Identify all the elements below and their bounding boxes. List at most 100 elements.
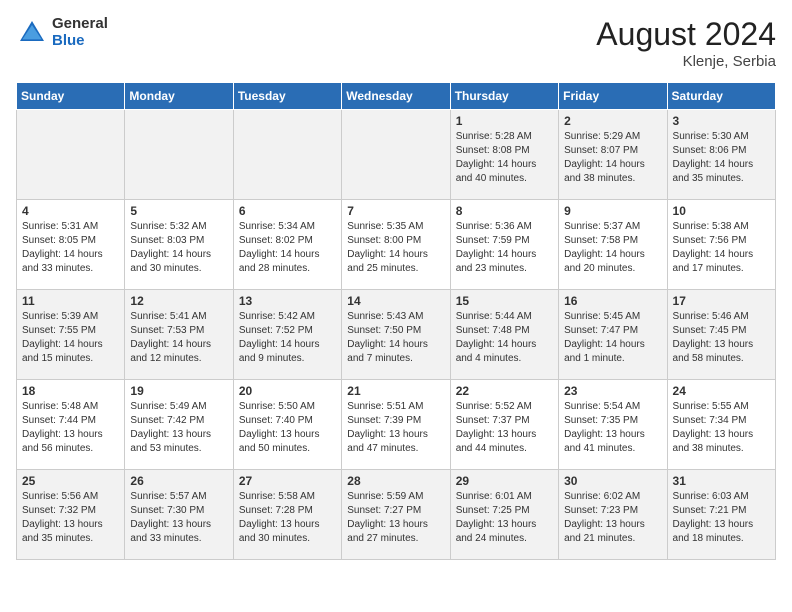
day-number: 26: [130, 474, 227, 488]
day-number: 31: [673, 474, 770, 488]
cell-content: Sunrise: 5:31 AM Sunset: 8:05 PM Dayligh…: [22, 220, 119, 276]
calendar-cell: 17 Sunrise: 5:46 AM Sunset: 7:45 PM Dayli…: [667, 290, 775, 380]
calendar-cell: 23Sunrise: 5:54 AM Sunset: 7:35 PM Dayli…: [559, 380, 667, 470]
calendar-body: 1 Sunrise: 5:28 AM Sunset: 8:08 PM Daylig…: [17, 110, 776, 560]
day-number: 13: [239, 294, 336, 308]
week-row-4: 18Sunrise: 5:48 AM Sunset: 7:44 PM Dayli…: [17, 380, 776, 470]
cell-content: Sunrise: 5:49 AM Sunset: 7:42 PM Dayligh…: [130, 400, 227, 456]
header-cell-sunday: Sunday: [17, 83, 125, 110]
calendar-cell: 7Sunrise: 5:35 AM Sunset: 8:00 PM Daylig…: [342, 200, 450, 290]
cell-content: Sunrise: 5:35 AM Sunset: 8:00 PM Dayligh…: [347, 220, 444, 276]
day-number: 18: [22, 384, 119, 398]
title-block: August 2024 Klenje, Serbia: [596, 16, 776, 70]
day-number: 12: [130, 294, 227, 308]
header-cell-saturday: Saturday: [667, 83, 775, 110]
calendar-cell: 19 Sunrise: 5:49 AM Sunset: 7:42 PM Dayli…: [125, 380, 233, 470]
calendar-table: SundayMondayTuesdayWednesdayThursdayFrid…: [16, 82, 776, 560]
day-number: 30: [564, 474, 661, 488]
logo-icon: [16, 17, 48, 49]
cell-content: Sunrise: 5:55 AM Sunset: 7:34 PM Dayligh…: [673, 400, 770, 456]
day-number: 24: [673, 384, 770, 398]
day-number: 22: [456, 384, 553, 398]
calendar-cell: 2Sunrise: 5:29 AM Sunset: 8:07 PM Daylig…: [559, 110, 667, 200]
header-row: SundayMondayTuesdayWednesdayThursdayFrid…: [17, 83, 776, 110]
day-number: 19: [130, 384, 227, 398]
cell-content: Sunrise: 5:28 AM Sunset: 8:08 PM Dayligh…: [456, 130, 553, 186]
day-number: 17: [673, 294, 770, 308]
cell-content: Sunrise: 5:52 AM Sunset: 7:37 PM Dayligh…: [456, 400, 553, 456]
cell-content: Sunrise: 6:01 AM Sunset: 7:25 PM Dayligh…: [456, 490, 553, 546]
cell-content: Sunrise: 6:02 AM Sunset: 7:23 PM Dayligh…: [564, 490, 661, 546]
day-number: 1: [456, 114, 553, 128]
day-number: 28: [347, 474, 444, 488]
logo-blue: Blue: [52, 33, 108, 50]
calendar-cell: 6Sunrise: 5:34 AM Sunset: 8:02 PM Daylig…: [233, 200, 341, 290]
calendar-cell: 30 Sunrise: 6:02 AM Sunset: 7:23 PM Dayli…: [559, 470, 667, 560]
day-number: 25: [22, 474, 119, 488]
cell-content: Sunrise: 5:51 AM Sunset: 7:39 PM Dayligh…: [347, 400, 444, 456]
calendar-cell: 16 Sunrise: 5:45 AM Sunset: 7:47 PM Dayli…: [559, 290, 667, 380]
calendar-cell: 26 Sunrise: 5:57 AM Sunset: 7:30 PM Dayli…: [125, 470, 233, 560]
header-cell-thursday: Thursday: [450, 83, 558, 110]
day-number: 2: [564, 114, 661, 128]
cell-content: Sunrise: 5:30 AM Sunset: 8:06 PM Dayligh…: [673, 130, 770, 186]
day-number: 23: [564, 384, 661, 398]
day-number: 27: [239, 474, 336, 488]
calendar-header: SundayMondayTuesdayWednesdayThursdayFrid…: [17, 83, 776, 110]
calendar-cell: 13 Sunrise: 5:42 AM Sunset: 7:52 PM Dayli…: [233, 290, 341, 380]
day-number: 10: [673, 204, 770, 218]
calendar-cell: 10 Sunrise: 5:38 AM Sunset: 7:56 PM Dayli…: [667, 200, 775, 290]
calendar-cell: [17, 110, 125, 200]
calendar-cell: 14 Sunrise: 5:43 AM Sunset: 7:50 PM Dayli…: [342, 290, 450, 380]
day-number: 21: [347, 384, 444, 398]
day-number: 4: [22, 204, 119, 218]
cell-content: Sunrise: 5:45 AM Sunset: 7:47 PM Dayligh…: [564, 310, 661, 366]
day-number: 8: [456, 204, 553, 218]
calendar-cell: 31 Sunrise: 6:03 AM Sunset: 7:21 PM Dayli…: [667, 470, 775, 560]
cell-content: Sunrise: 5:38 AM Sunset: 7:56 PM Dayligh…: [673, 220, 770, 276]
header-cell-friday: Friday: [559, 83, 667, 110]
header-cell-tuesday: Tuesday: [233, 83, 341, 110]
calendar-cell: 27Sunrise: 5:58 AM Sunset: 7:28 PM Dayli…: [233, 470, 341, 560]
cell-content: Sunrise: 5:42 AM Sunset: 7:52 PM Dayligh…: [239, 310, 336, 366]
calendar-cell: [233, 110, 341, 200]
calendar-cell: 12 Sunrise: 5:41 AM Sunset: 7:53 PM Dayli…: [125, 290, 233, 380]
day-number: 11: [22, 294, 119, 308]
cell-content: Sunrise: 5:44 AM Sunset: 7:48 PM Dayligh…: [456, 310, 553, 366]
header-cell-wednesday: Wednesday: [342, 83, 450, 110]
day-number: 9: [564, 204, 661, 218]
cell-content: Sunrise: 5:32 AM Sunset: 8:03 PM Dayligh…: [130, 220, 227, 276]
calendar-cell: 5 Sunrise: 5:32 AM Sunset: 8:03 PM Daylig…: [125, 200, 233, 290]
logo-general: General: [52, 16, 108, 33]
calendar-cell: [342, 110, 450, 200]
day-number: 14: [347, 294, 444, 308]
header-cell-monday: Monday: [125, 83, 233, 110]
month-year-title: August 2024: [596, 16, 776, 53]
calendar-cell: 18Sunrise: 5:48 AM Sunset: 7:44 PM Dayli…: [17, 380, 125, 470]
calendar-cell: 24 Sunrise: 5:55 AM Sunset: 7:34 PM Dayli…: [667, 380, 775, 470]
calendar-cell: 3 Sunrise: 5:30 AM Sunset: 8:06 PM Daylig…: [667, 110, 775, 200]
calendar-cell: [125, 110, 233, 200]
week-row-2: 4 Sunrise: 5:31 AM Sunset: 8:05 PM Daylig…: [17, 200, 776, 290]
logo: General Blue: [16, 16, 108, 49]
cell-content: Sunrise: 5:46 AM Sunset: 7:45 PM Dayligh…: [673, 310, 770, 366]
day-number: 29: [456, 474, 553, 488]
page-header: General Blue August 2024 Klenje, Serbia: [16, 16, 776, 70]
day-number: 15: [456, 294, 553, 308]
week-row-1: 1 Sunrise: 5:28 AM Sunset: 8:08 PM Daylig…: [17, 110, 776, 200]
day-number: 16: [564, 294, 661, 308]
calendar-cell: 8 Sunrise: 5:36 AM Sunset: 7:59 PM Daylig…: [450, 200, 558, 290]
calendar-cell: 22 Sunrise: 5:52 AM Sunset: 7:37 PM Dayli…: [450, 380, 558, 470]
cell-content: Sunrise: 5:36 AM Sunset: 7:59 PM Dayligh…: [456, 220, 553, 276]
cell-content: Sunrise: 5:41 AM Sunset: 7:53 PM Dayligh…: [130, 310, 227, 366]
day-number: 3: [673, 114, 770, 128]
cell-content: Sunrise: 5:39 AM Sunset: 7:55 PM Dayligh…: [22, 310, 119, 366]
day-number: 5: [130, 204, 227, 218]
calendar-cell: 11 Sunrise: 5:39 AM Sunset: 7:55 PM Dayli…: [17, 290, 125, 380]
week-row-5: 25Sunrise: 5:56 AM Sunset: 7:32 PM Dayli…: [17, 470, 776, 560]
location-subtitle: Klenje, Serbia: [596, 53, 776, 70]
cell-content: Sunrise: 5:43 AM Sunset: 7:50 PM Dayligh…: [347, 310, 444, 366]
cell-content: Sunrise: 5:57 AM Sunset: 7:30 PM Dayligh…: [130, 490, 227, 546]
cell-content: Sunrise: 6:03 AM Sunset: 7:21 PM Dayligh…: [673, 490, 770, 546]
calendar-cell: 25Sunrise: 5:56 AM Sunset: 7:32 PM Dayli…: [17, 470, 125, 560]
